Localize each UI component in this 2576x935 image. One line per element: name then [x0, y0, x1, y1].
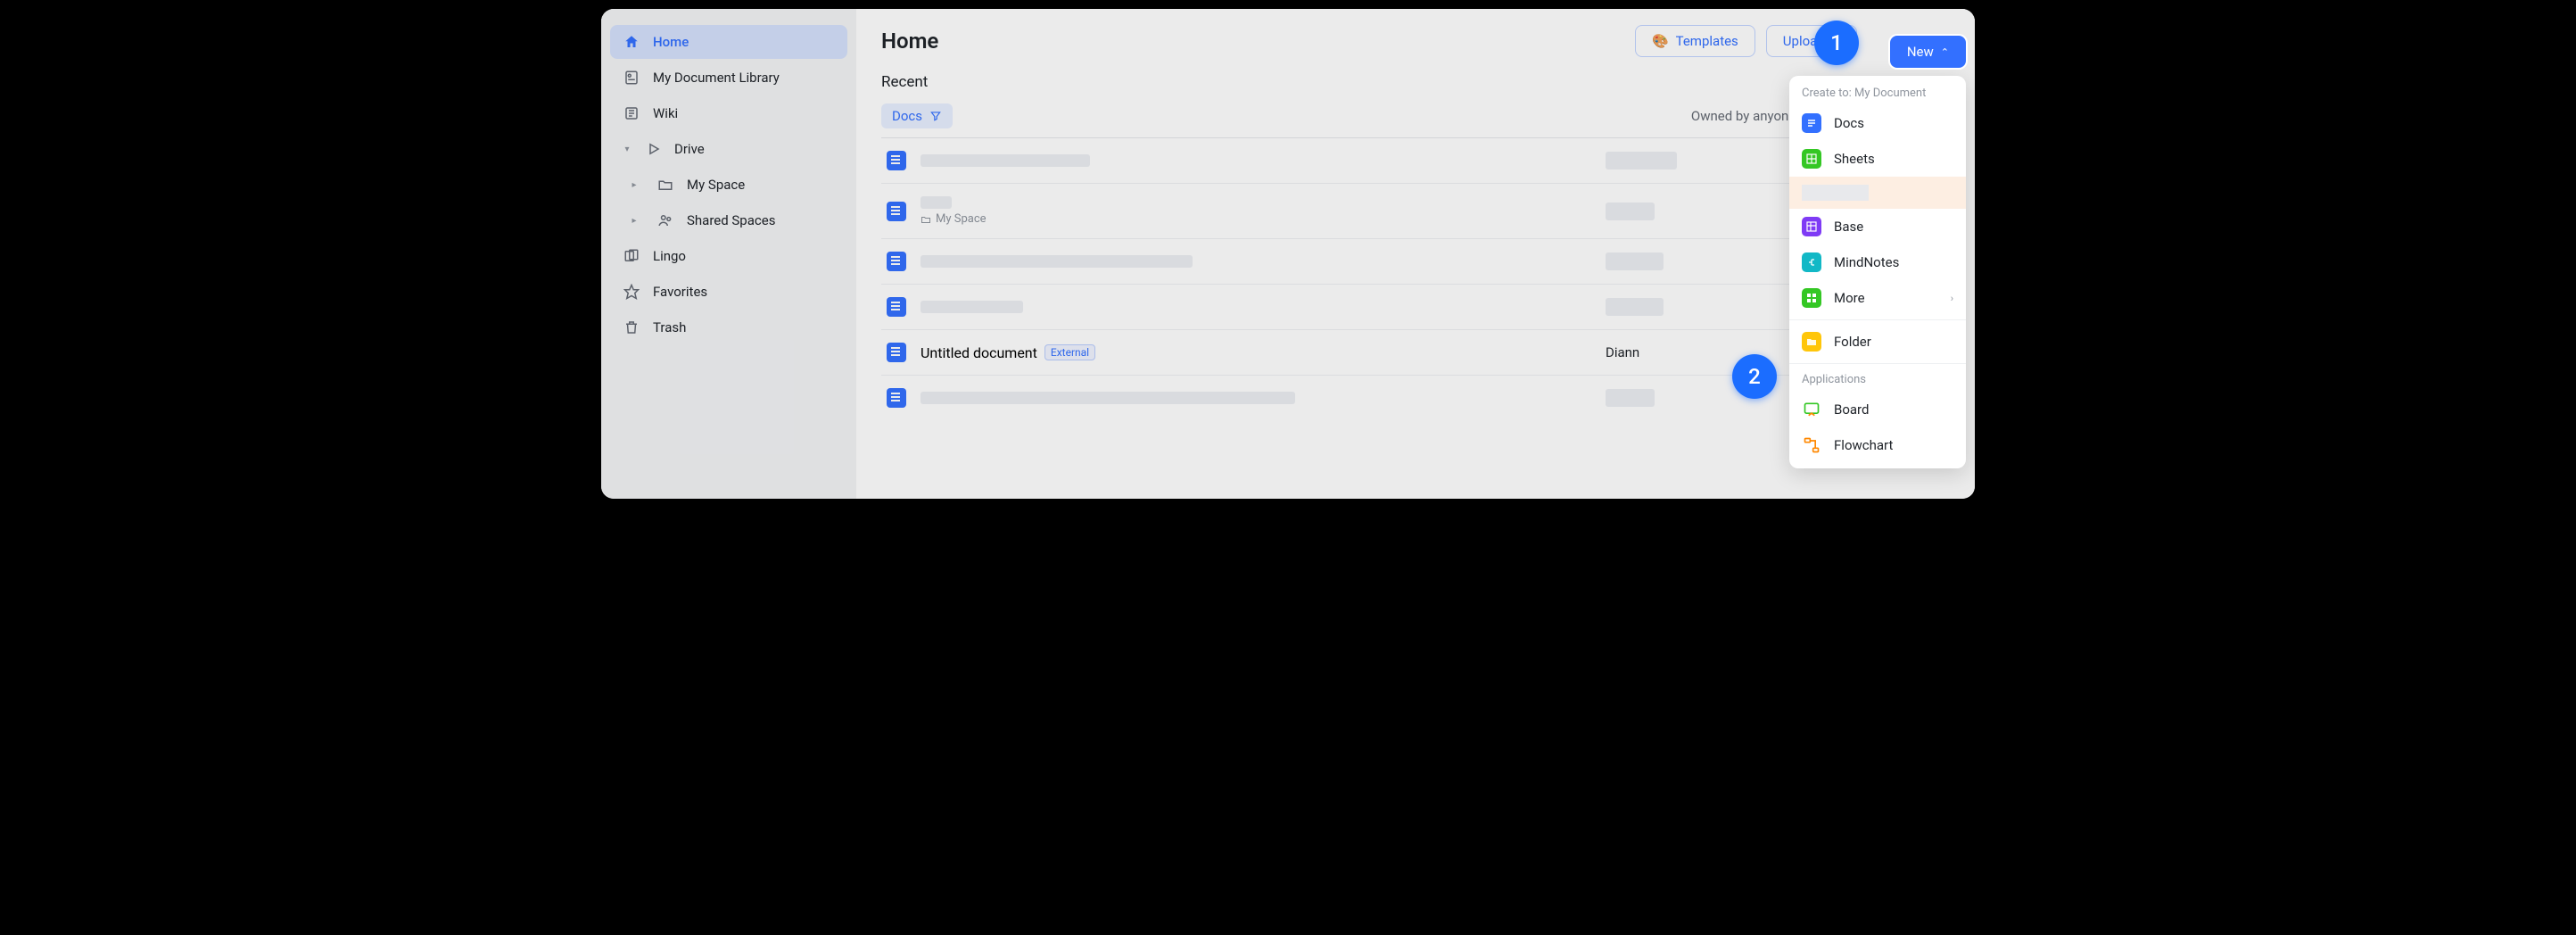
button-label: New [1907, 44, 1934, 60]
redacted-name [921, 154, 1090, 167]
sheets-icon [1802, 149, 1821, 169]
dropdown-label: Folder [1834, 334, 1871, 350]
docs-icon [1802, 113, 1821, 133]
more-icon [1802, 288, 1821, 308]
redacted-owner [1606, 389, 1655, 407]
doc-icon [887, 388, 906, 408]
star-icon [623, 283, 640, 301]
dropdown-label: More [1834, 290, 1938, 306]
redacted-owner [1606, 152, 1677, 170]
caret-right-icon[interactable]: ▸ [630, 180, 639, 190]
dropdown-item-folder[interactable]: Folder [1789, 324, 1966, 360]
home-icon [623, 33, 640, 51]
callout-badge-1: 1 [1814, 21, 1859, 65]
new-dropdown: Create to: My Document Docs Sheets Base [1789, 76, 1966, 468]
flowchart-icon [1802, 435, 1821, 455]
wiki-icon [623, 104, 640, 122]
library-icon [623, 69, 640, 87]
mindnotes-icon [1802, 252, 1821, 272]
sidebar-item-lingo[interactable]: Lingo [610, 239, 847, 273]
dropdown-section-applications: Applications [1789, 368, 1966, 392]
sidebar-item-myspace[interactable]: ▸ My Space [610, 168, 847, 202]
doc-icon [887, 343, 906, 362]
caret-right-icon[interactable]: ▸ [630, 216, 639, 226]
page-title: Home [881, 29, 938, 54]
doc-icon [887, 202, 906, 221]
trash-icon [623, 319, 640, 336]
filter-label: Owned by anyone [1691, 108, 1796, 124]
dropdown-item-sheets[interactable]: Sheets [1789, 141, 1966, 177]
dropdown-item-more[interactable]: More › [1789, 280, 1966, 316]
dropdown-item-mindnotes[interactable]: MindNotes [1789, 244, 1966, 280]
sidebar-label: Shared Spaces [687, 212, 775, 228]
callout-badge-2: 2 [1732, 354, 1777, 399]
chevron-up-icon: ⌃ [1941, 46, 1949, 58]
redacted-owner [1606, 298, 1664, 316]
dropdown-label: Base [1834, 219, 1863, 235]
doc-icon [887, 252, 906, 271]
redacted-name [921, 301, 1023, 313]
new-button[interactable]: New ⌃ [1890, 36, 1966, 68]
lingo-icon [623, 247, 640, 265]
external-badge: External [1044, 344, 1095, 360]
sidebar: Home My Document Library Wiki ▾ Drive ▸ [601, 9, 856, 499]
templates-icon: 🎨 [1652, 33, 1669, 49]
dropdown-label: Board [1834, 401, 1869, 418]
caret-down-icon[interactable]: ▾ [623, 145, 632, 154]
dropdown-item-flowchart[interactable]: Flowchart [1789, 427, 1966, 463]
sidebar-item-mydoclib[interactable]: My Document Library [610, 61, 847, 95]
templates-button[interactable]: 🎨 Templates [1635, 25, 1755, 57]
redacted-name [921, 196, 952, 209]
people-icon [656, 211, 674, 229]
dropdown-header: Create to: My Document [1789, 81, 1966, 105]
dropdown-item-base[interactable]: Base [1789, 209, 1966, 244]
sidebar-label: Drive [674, 141, 705, 157]
sidebar-item-home[interactable]: Home [610, 25, 847, 59]
dropdown-label: MindNotes [1834, 254, 1899, 270]
redacted-owner [1606, 252, 1664, 270]
redacted-name [921, 255, 1193, 268]
redacted-owner [1606, 203, 1655, 220]
sidebar-item-drive[interactable]: ▾ Drive [610, 132, 847, 166]
sidebar-item-sharedspaces[interactable]: ▸ Shared Spaces [610, 203, 847, 237]
folder-icon [656, 176, 674, 194]
doc-name: Untitled document [921, 344, 1037, 361]
sidebar-label: Lingo [653, 248, 686, 264]
dropdown-label: Flowchart [1834, 437, 1893, 453]
sidebar-label: Wiki [653, 105, 678, 121]
doc-icon [887, 297, 906, 317]
button-label: Templates [1676, 33, 1738, 49]
dropdown-label: Sheets [1834, 151, 1875, 167]
sidebar-label: Favorites [653, 284, 707, 300]
drive-icon [644, 140, 662, 158]
base-icon [1802, 217, 1821, 236]
folder-icon [1802, 332, 1821, 352]
sidebar-label: Home [653, 34, 689, 50]
sidebar-item-trash[interactable]: Trash [610, 310, 847, 344]
board-icon [1802, 400, 1821, 419]
chip-label: Docs [892, 108, 922, 124]
sidebar-item-favorites[interactable]: Favorites [610, 275, 847, 309]
chevron-right-icon: › [1951, 293, 1953, 304]
sidebar-label: My Document Library [653, 70, 780, 86]
dropdown-item-redacted[interactable] [1789, 177, 1966, 209]
filter-chip-docs[interactable]: Docs [881, 103, 953, 128]
doc-subpath: My Space [921, 212, 1606, 226]
dropdown-item-board[interactable]: Board [1789, 392, 1966, 427]
dropdown-item-docs[interactable]: Docs [1789, 105, 1966, 141]
sidebar-item-wiki[interactable]: Wiki [610, 96, 847, 130]
sidebar-label: My Space [687, 177, 745, 193]
dropdown-label: Docs [1834, 115, 1864, 131]
redacted-label [1802, 185, 1869, 201]
redacted-name [921, 392, 1295, 404]
sidebar-label: Trash [653, 319, 686, 335]
filter-icon [929, 110, 942, 122]
doc-icon [887, 151, 906, 170]
